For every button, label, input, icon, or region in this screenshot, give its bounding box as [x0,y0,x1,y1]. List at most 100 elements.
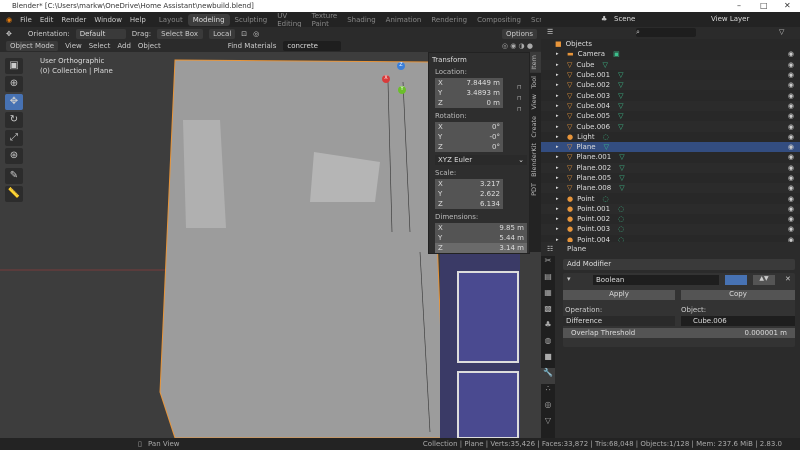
mesh-data-icon[interactable]: ▽ [618,92,623,100]
collection-row[interactable]: ■ Objects [541,39,800,49]
outliner-item[interactable]: ▸ ▽ Plane.001 ▽ ◉ [541,152,800,162]
expand-icon[interactable]: ▸ [556,226,559,232]
outliner-item[interactable]: ▸ ● Light ◌ ◉ [541,132,800,142]
view-layer-tab-icon[interactable]: ▩ [541,304,555,320]
maximize-button[interactable]: □ [760,1,768,10]
tab-blenderkit[interactable]: BlenderKit [530,140,541,180]
view-layer-select[interactable]: View Layer [711,15,749,23]
tab-rendering[interactable]: Rendering [426,14,472,26]
outliner-item[interactable]: ▸ ● Point.003 ◌ ◉ [541,224,800,235]
apply-button[interactable]: Apply [563,290,675,300]
outliner-item[interactable]: ▸ ▽ Cube.001 ▽ ◉ [541,70,800,80]
expand-icon[interactable]: ▸ [556,124,559,130]
scale-tool-icon[interactable]: ⤢ [5,130,23,146]
render-tab-icon[interactable]: ▤ [541,272,555,288]
expand-icon[interactable]: ▸ [556,196,559,202]
tab-compositing[interactable]: Compositing [472,14,526,26]
eye-icon[interactable]: ◉ [788,102,794,110]
outliner-item[interactable]: ▸ ▽ Plane.005 ▽ ◉ [541,173,800,183]
output-tab-icon[interactable]: ▦ [541,288,555,304]
scale-y-field[interactable]: Y 2.622 [435,189,503,199]
overlap-threshold-field[interactable]: Overlap Threshold 0.000001 m [563,328,795,338]
expand-icon[interactable]: ▸ [556,216,559,222]
tool-tab-icon[interactable]: ✂ [541,256,555,272]
expand-icon[interactable]: ▸ [556,175,559,181]
modifier-name-input[interactable]: Boolean [593,275,719,285]
material-search-input[interactable]: concrete [283,41,342,51]
mesh-data-icon[interactable]: ▽ [618,81,623,89]
menu-edit[interactable]: Edit [40,16,54,24]
eye-icon[interactable]: ◉ [788,225,794,233]
particles-tab-icon[interactable]: ∴ [541,384,555,400]
mesh-data-icon[interactable]: ▽ [602,61,607,69]
outliner-item[interactable]: ▸ ▽ Plane.008 ▽ ◉ [541,183,800,194]
eye-icon[interactable]: ◉ [788,174,794,182]
location-y-field[interactable]: Y 3.4893 m [435,88,503,98]
proportional-edit-icon[interactable]: ◎ [253,30,259,38]
drag-select[interactable]: Select Box [157,28,204,39]
menu-object[interactable]: Object [138,42,161,50]
tab-modeling[interactable]: Modeling [187,13,230,26]
gizmo-x-axis[interactable]: X [382,75,390,83]
snap-icon[interactable]: ⊡ [241,30,247,38]
scene-icon[interactable]: ♣ [601,15,607,23]
mesh-data-icon[interactable]: ▽ [618,71,623,79]
render-toggle-icon[interactable] [725,275,747,285]
add-modifier-button[interactable]: Add Modifier [563,259,795,270]
eye-icon[interactable]: ◉ [788,112,794,120]
world-tab-icon[interactable]: ◍ [541,336,555,352]
gizmo-y-axis[interactable]: Y [398,86,406,94]
physics-tab-icon[interactable]: ◎ [541,400,555,416]
outliner-item[interactable]: ▸ ● Point.001 ◌ ◉ [541,203,800,215]
select-box-tool-icon[interactable]: ▣ [5,58,23,74]
expand-icon[interactable]: ▸ [556,165,559,171]
options-button[interactable]: Options [501,28,537,39]
expand-icon[interactable]: ▸ [556,93,559,99]
eye-icon[interactable]: ◉ [788,81,794,89]
menu-add[interactable]: Add [117,42,131,50]
lock-icon[interactable]: ⊓ [517,84,522,91]
editor-type-icon[interactable]: ☷ [547,245,553,253]
move-up-down-icon[interactable]: ▲▼ [753,275,775,285]
object-field[interactable]: Cube.006 [681,316,795,326]
cursor-tool-icon[interactable]: ⊕ [5,76,23,92]
expand-icon[interactable]: ▸ [556,134,559,140]
tab-animation[interactable]: Animation [381,14,427,26]
mesh-data-icon[interactable]: ▽ [619,164,624,172]
eye-icon[interactable]: ◉ [788,184,794,192]
scale-x-field[interactable]: X 3.217 [435,179,503,189]
outliner-item[interactable]: ▸ ▽ Cube.002 ▽ ◉ [541,80,800,91]
tab-item[interactable]: Item [530,52,541,73]
lock-icon[interactable]: ⊓ [517,95,522,102]
mesh-data-icon[interactable]: ▽ [619,174,624,182]
light-data-icon[interactable]: ◌ [603,195,609,203]
outliner-item[interactable]: ▸ ▽ Plane ▽ ◉ [541,141,800,153]
eye-icon[interactable]: ◉ [788,153,794,161]
collapse-icon[interactable]: ▾ [567,275,571,283]
remove-modifier-icon[interactable]: ✕ [785,275,791,283]
outliner-item[interactable]: ▸ ▽ Cube ▽ ◉ [541,59,800,70]
transform-icon[interactable]: ✥ [6,30,12,38]
rotate-tool-icon[interactable]: ↻ [5,112,23,128]
light-data-icon[interactable]: ◌ [618,225,624,233]
filter-icon[interactable]: ▽ [779,28,784,36]
scale-z-field[interactable]: Z 6.134 [435,199,503,209]
menu-window[interactable]: Window [94,16,122,24]
expand-icon[interactable]: ▸ [556,144,559,150]
transform-panel-title[interactable]: Transform [432,56,526,64]
rotation-y-field[interactable]: Y -0° [435,132,503,142]
measure-tool-icon[interactable]: 📏 [5,186,23,202]
expand-icon[interactable]: ▸ [556,72,559,78]
mesh-data-icon[interactable]: ▽ [618,123,623,131]
expand-icon[interactable]: ▸ [556,51,559,57]
display-mode-icon[interactable]: ☰ [547,28,553,36]
mesh-data-icon[interactable]: ▽ [604,143,609,151]
eye-icon[interactable]: ◉ [788,205,794,213]
minimize-button[interactable]: – [737,1,741,10]
expand-icon[interactable]: ▸ [556,62,559,68]
scene-select[interactable]: Scene [614,15,635,23]
navigation-gizmo[interactable]: Z X Y [382,62,422,102]
outliner-item[interactable]: ▸ ● Point.002 ◌ ◉ [541,214,800,224]
rotation-mode-select[interactable]: XYZ Euler ⌄ [435,155,527,165]
dimensions-y-field[interactable]: Y 5.44 m [435,233,527,243]
